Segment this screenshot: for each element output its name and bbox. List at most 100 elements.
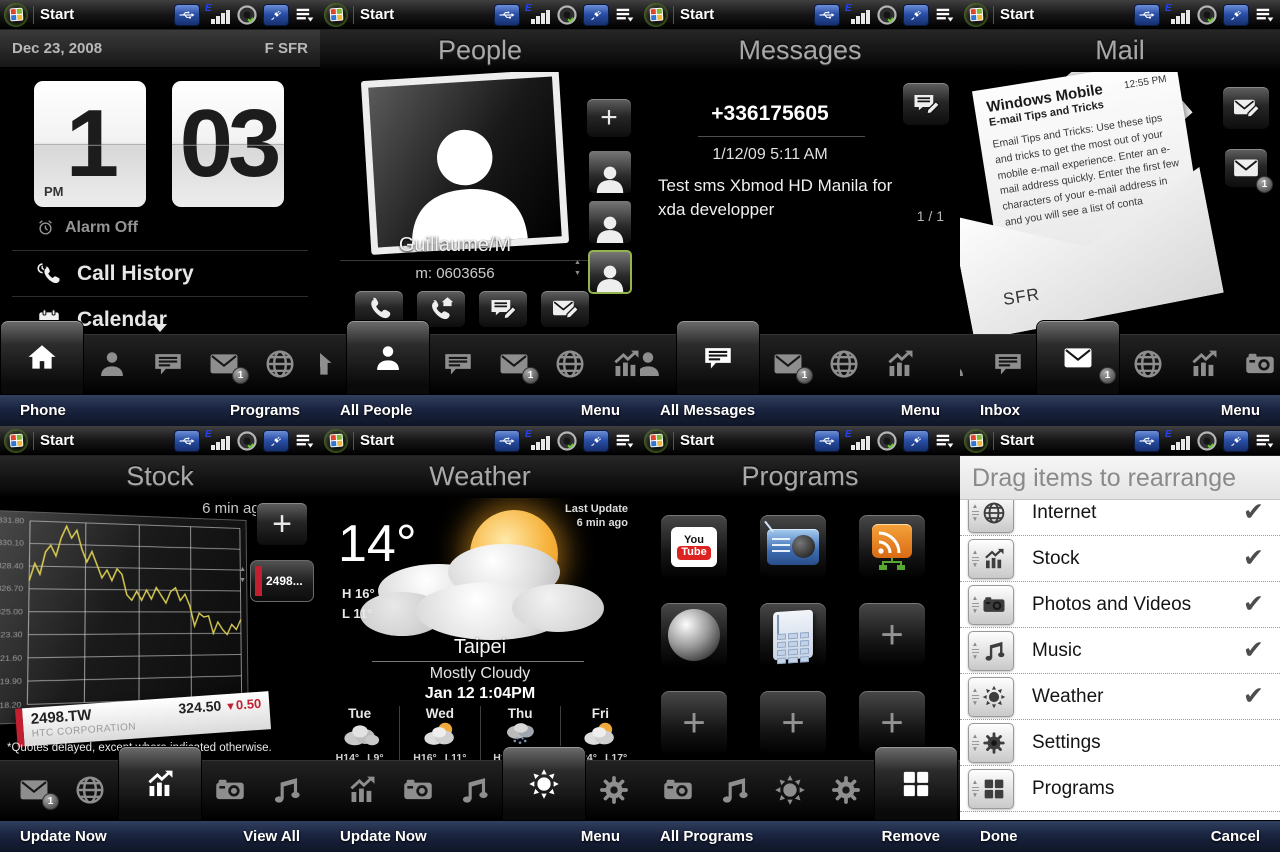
checkmark-icon[interactable] <box>1243 635 1264 665</box>
tab-stock[interactable] <box>1176 334 1232 394</box>
tab-messages[interactable] <box>430 334 486 394</box>
tab-internet[interactable] <box>542 334 598 394</box>
clock-minute-card[interactable]: 03 <box>172 81 284 207</box>
windows-start-orb-icon[interactable] <box>644 429 668 453</box>
start-label[interactable]: Start <box>680 432 714 449</box>
program-tile-empty[interactable] <box>759 690 827 756</box>
tab-mail[interactable]: 1 <box>6 760 62 820</box>
softkey-left[interactable]: All Messages <box>660 402 755 419</box>
rearrange-row-settings[interactable]: ▲▼ Settings <box>960 720 1280 766</box>
contact-photo-card[interactable] <box>361 72 569 255</box>
compose-email-button[interactable] <box>1222 86 1270 130</box>
tab-stock[interactable] <box>334 760 390 820</box>
alarm-status[interactable]: Alarm Off <box>36 218 138 237</box>
clock-hour-card[interactable]: 1 PM <box>34 81 146 207</box>
tab-photos[interactable] <box>1232 334 1280 394</box>
program-tile-empty[interactable] <box>858 602 926 668</box>
start-label[interactable]: Start <box>360 432 394 449</box>
expand-arrow-icon[interactable] <box>153 324 167 332</box>
softkey-right[interactable]: Menu <box>1221 402 1260 419</box>
start-label[interactable]: Start <box>360 6 394 23</box>
drag-handle[interactable]: ▲▼ <box>968 769 1014 809</box>
rearrange-row-stock[interactable]: ▲▼ Stock <box>960 536 1280 582</box>
softkey-right[interactable]: Menu <box>581 402 620 419</box>
tab-weather[interactable] <box>762 760 818 820</box>
quick-menu-icon[interactable] <box>294 431 316 451</box>
forecast-day[interactable]: Wed H16°L11° <box>399 706 479 760</box>
tab-stock[interactable] <box>872 334 928 394</box>
drag-handle[interactable]: ▲▼ <box>968 585 1014 625</box>
tab-music[interactable] <box>446 760 502 820</box>
drag-handle[interactable]: ▲▼ <box>968 677 1014 717</box>
tab-home[interactable] <box>0 320 84 394</box>
send-sms-button[interactable] <box>478 290 528 328</box>
checkmark-icon[interactable] <box>1243 500 1264 527</box>
program-tile-sphere[interactable] <box>660 602 728 668</box>
tab-music[interactable] <box>706 760 762 820</box>
tab-mail[interactable]: 1 <box>196 334 252 394</box>
tab-internet[interactable] <box>1120 334 1176 394</box>
softkey-left[interactable]: All Programs <box>660 828 753 845</box>
tab-programs[interactable] <box>874 746 958 820</box>
rearrange-row-internet[interactable]: ▲▼ Internet <box>960 500 1280 536</box>
tab-stock[interactable] <box>308 334 320 394</box>
tab-people[interactable] <box>640 334 676 394</box>
tab-internet[interactable] <box>62 760 118 820</box>
drag-handle[interactable]: ▲▼ <box>968 631 1014 671</box>
tab-music[interactable] <box>258 760 314 820</box>
start-label[interactable]: Start <box>1000 6 1034 23</box>
message-body[interactable]: Test sms Xbmod HD Manila for xda develop… <box>658 174 916 222</box>
message-sender[interactable]: +336175605 <box>650 102 890 126</box>
checkmark-icon[interactable] <box>1243 543 1264 573</box>
softkey-left[interactable]: Done <box>980 828 1018 845</box>
quick-menu-icon[interactable] <box>934 431 956 451</box>
windows-start-orb-icon[interactable] <box>324 429 348 453</box>
tab-mail[interactable]: 1 <box>760 334 816 394</box>
tab-settings[interactable] <box>586 760 640 820</box>
stock-ticker-item[interactable]: 2498... <box>250 560 314 602</box>
tab-stock[interactable] <box>598 334 640 394</box>
drag-handle[interactable]: ▲▼ <box>968 500 1014 533</box>
softkey-right[interactable]: Menu <box>901 402 940 419</box>
quick-menu-icon[interactable] <box>1254 5 1276 25</box>
contact-thumbnail[interactable] <box>588 200 632 244</box>
drag-handle[interactable]: ▲▼ <box>968 723 1014 763</box>
tab-people[interactable] <box>84 334 140 394</box>
rearrange-row-music[interactable]: ▲▼ Music <box>960 628 1280 674</box>
inbox-button[interactable]: 1 <box>1224 148 1268 188</box>
program-tile-youtube[interactable]: You Tube <box>660 514 728 580</box>
city-name[interactable]: Taipei <box>320 636 640 659</box>
tab-people[interactable] <box>960 334 980 394</box>
softkey-right[interactable]: Cancel <box>1211 828 1260 845</box>
program-tile-rss[interactable] <box>858 514 926 580</box>
softkey-right[interactable]: Remove <box>882 828 940 845</box>
tab-mail[interactable]: 1 <box>1036 320 1120 394</box>
checkmark-icon[interactable] <box>1243 681 1264 711</box>
tab-internet[interactable] <box>816 334 872 394</box>
tab-photos[interactable] <box>390 760 446 820</box>
add-contact-button[interactable] <box>586 98 632 138</box>
forecast-day[interactable]: Tue H14°L9° <box>320 706 399 760</box>
tab-photos[interactable] <box>650 760 706 820</box>
start-label[interactable]: Start <box>40 6 74 23</box>
rearrange-row-programs[interactable]: ▲▼ Programs <box>960 766 1280 812</box>
start-label[interactable]: Start <box>680 6 714 23</box>
tab-weather[interactable] <box>502 746 586 820</box>
drag-handle[interactable]: ▲▼ <box>968 539 1014 579</box>
program-tile-radio[interactable] <box>759 514 827 580</box>
softkey-right[interactable]: Menu <box>581 828 620 845</box>
call-history-item[interactable]: Call History <box>36 256 194 292</box>
windows-start-orb-icon[interactable] <box>964 3 988 27</box>
tab-mail[interactable]: 1 <box>486 334 542 394</box>
softkey-left[interactable]: Phone <box>20 402 66 419</box>
tab-messages[interactable] <box>676 320 760 394</box>
compose-message-button[interactable] <box>902 82 950 126</box>
windows-start-orb-icon[interactable] <box>4 3 28 27</box>
windows-start-orb-icon[interactable] <box>644 3 668 27</box>
tab-internet[interactable] <box>252 334 308 394</box>
contact-thumbnail[interactable] <box>588 150 632 194</box>
stock-scroll-arrows[interactable]: ▲▼ <box>239 564 246 586</box>
program-tile-empty[interactable] <box>660 690 728 756</box>
start-label[interactable]: Start <box>1000 432 1034 449</box>
softkey-right[interactable]: View All <box>243 828 300 845</box>
